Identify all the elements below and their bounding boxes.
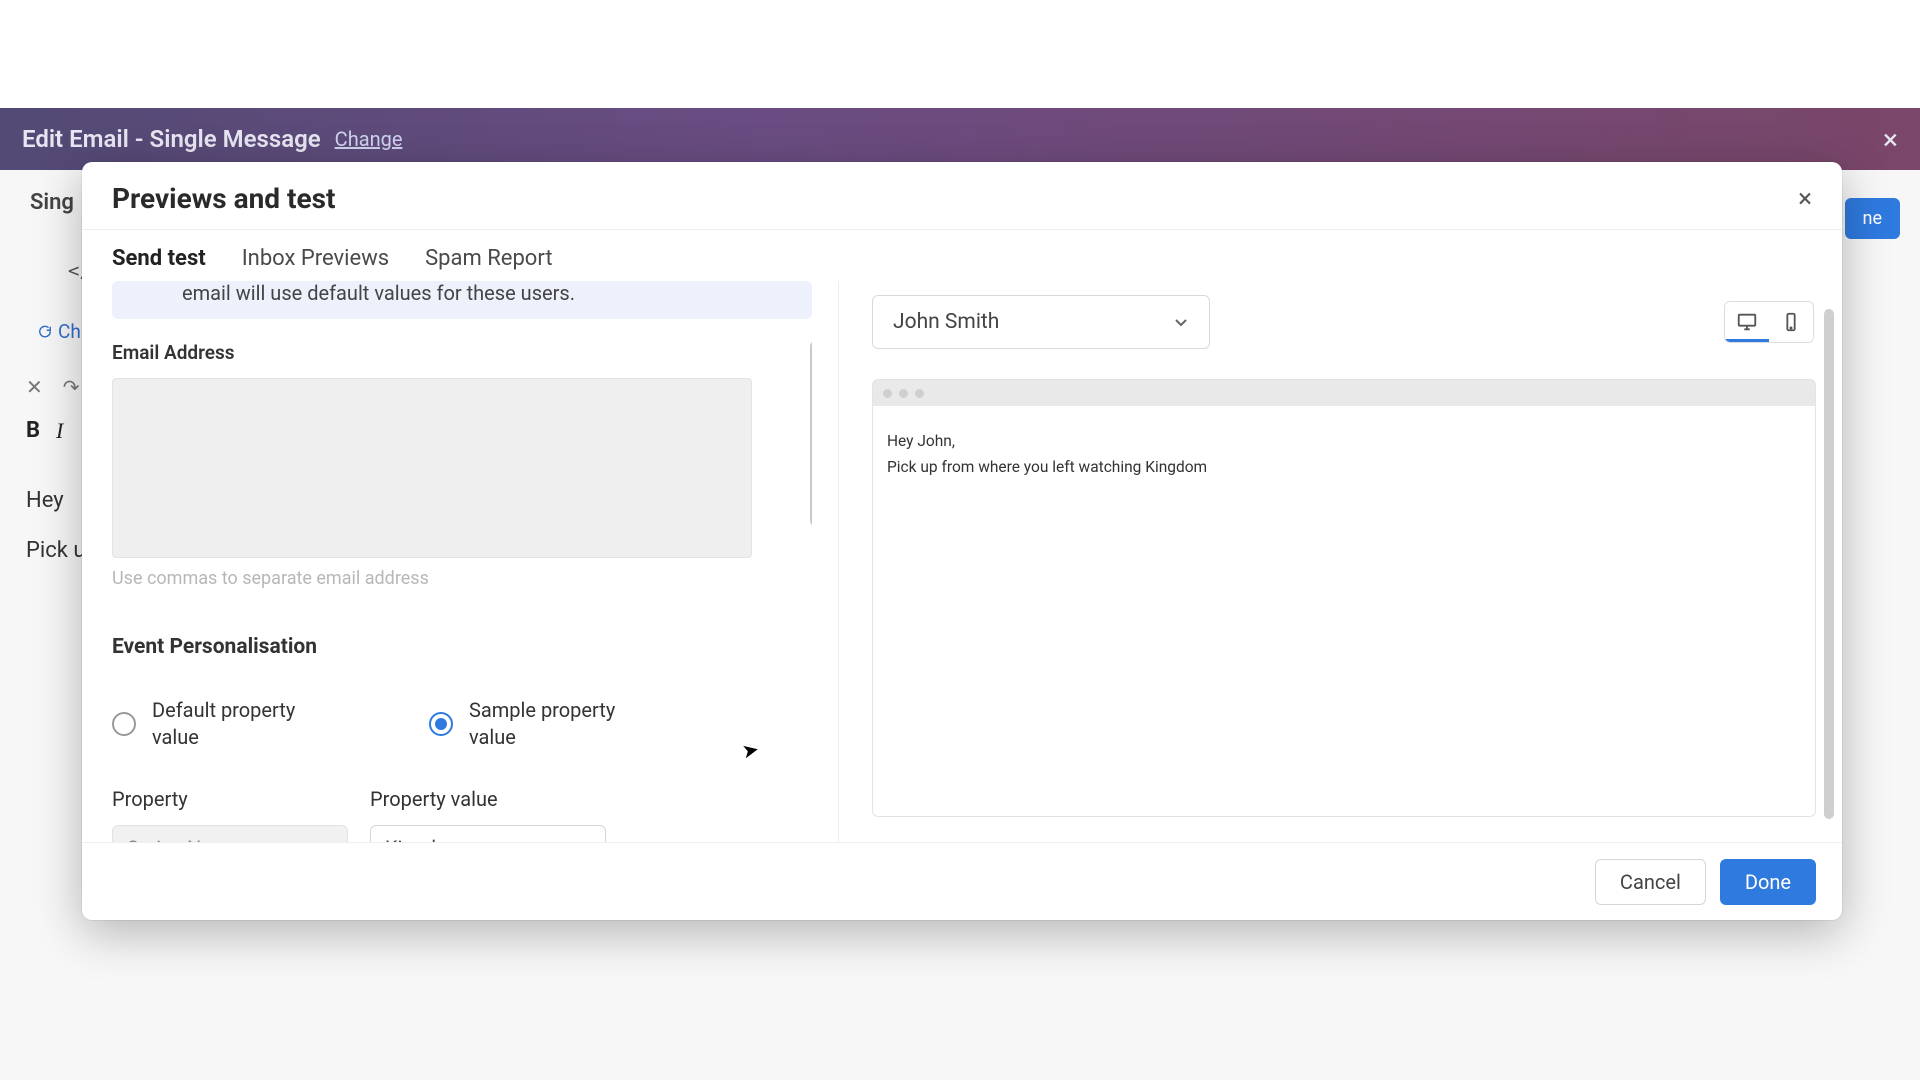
preview-user-selected: John Smith [893,310,999,334]
property-value-select[interactable]: Kingdom [370,825,606,842]
radio-icon-selected [429,712,453,736]
personalisation-radio-group: Default property value Sample property v… [112,697,812,751]
email-preview-frame: Hey John, Pick up from where you left wa… [872,379,1816,817]
property-name-placeholder: Series Name [127,836,240,842]
modal-header: Previews and test × [82,162,1842,229]
previews-test-modal: Previews and test × Send test Inbox Prev… [82,162,1842,920]
done-button[interactable]: Done [1720,859,1816,905]
email-preview-body: Hey John, Pick up from where you left wa… [873,406,1815,816]
window-dot-icon [883,389,892,398]
chevron-down-icon [1173,314,1189,330]
email-hint: Use commas to separate email address [112,568,812,589]
preview-pane: John Smith Hey John, Pi [872,295,1816,842]
tab-inbox-previews[interactable]: Inbox Previews [242,246,389,281]
radio-default-property[interactable]: Default property value [112,697,347,751]
radio-icon [112,712,136,736]
modal-footer: Cancel Done [82,842,1842,920]
modal-title: Previews and test [112,182,335,215]
property-name-input[interactable]: Series Name [112,825,348,842]
tab-send-test[interactable]: Send test [112,246,206,281]
property-row: Property Series Name Property value King… [112,787,812,842]
property-value-selected: Kingdom [385,836,465,842]
window-dot-icon [899,389,908,398]
send-test-form: email will use default values for these … [112,281,812,842]
email-address-label: Email Address [112,341,812,364]
window-dot-icon [915,389,924,398]
property-value-header: Property value [370,787,606,811]
info-banner: email will use default values for these … [112,281,812,319]
device-mobile-button[interactable] [1769,302,1813,342]
modal-body: email will use default values for these … [82,281,1842,842]
device-toggle [1724,301,1814,343]
right-scrollbar[interactable] [1824,309,1834,819]
chevron-down-icon [575,840,591,842]
property-value-col: Property value Kingdom [370,787,606,842]
preview-line-1: Hey John, [887,428,1801,454]
preview-window-chrome [873,380,1815,406]
vertical-divider [838,281,839,842]
device-desktop-button[interactable] [1725,302,1769,342]
preview-user-select[interactable]: John Smith [872,295,1210,349]
radio-sample-property[interactable]: Sample property value [429,697,664,751]
modal-close-icon[interactable]: × [1798,184,1812,214]
modal-tabs: Send test Inbox Previews Spam Report [82,230,1842,281]
property-col: Property Series Name [112,787,348,842]
left-scrollbar[interactable] [810,341,812,526]
tab-spam-report[interactable]: Spam Report [425,246,552,281]
cancel-button[interactable]: Cancel [1595,859,1706,905]
radio-default-label: Default property value [152,697,347,751]
event-personalisation-heading: Event Personalisation [112,635,812,659]
mobile-icon [1780,311,1802,333]
email-address-input[interactable] [112,378,752,558]
desktop-icon [1736,311,1758,333]
radio-sample-label: Sample property value [469,697,664,751]
property-header: Property [112,787,348,811]
preview-line-2: Pick up from where you left watching Kin… [887,454,1801,480]
